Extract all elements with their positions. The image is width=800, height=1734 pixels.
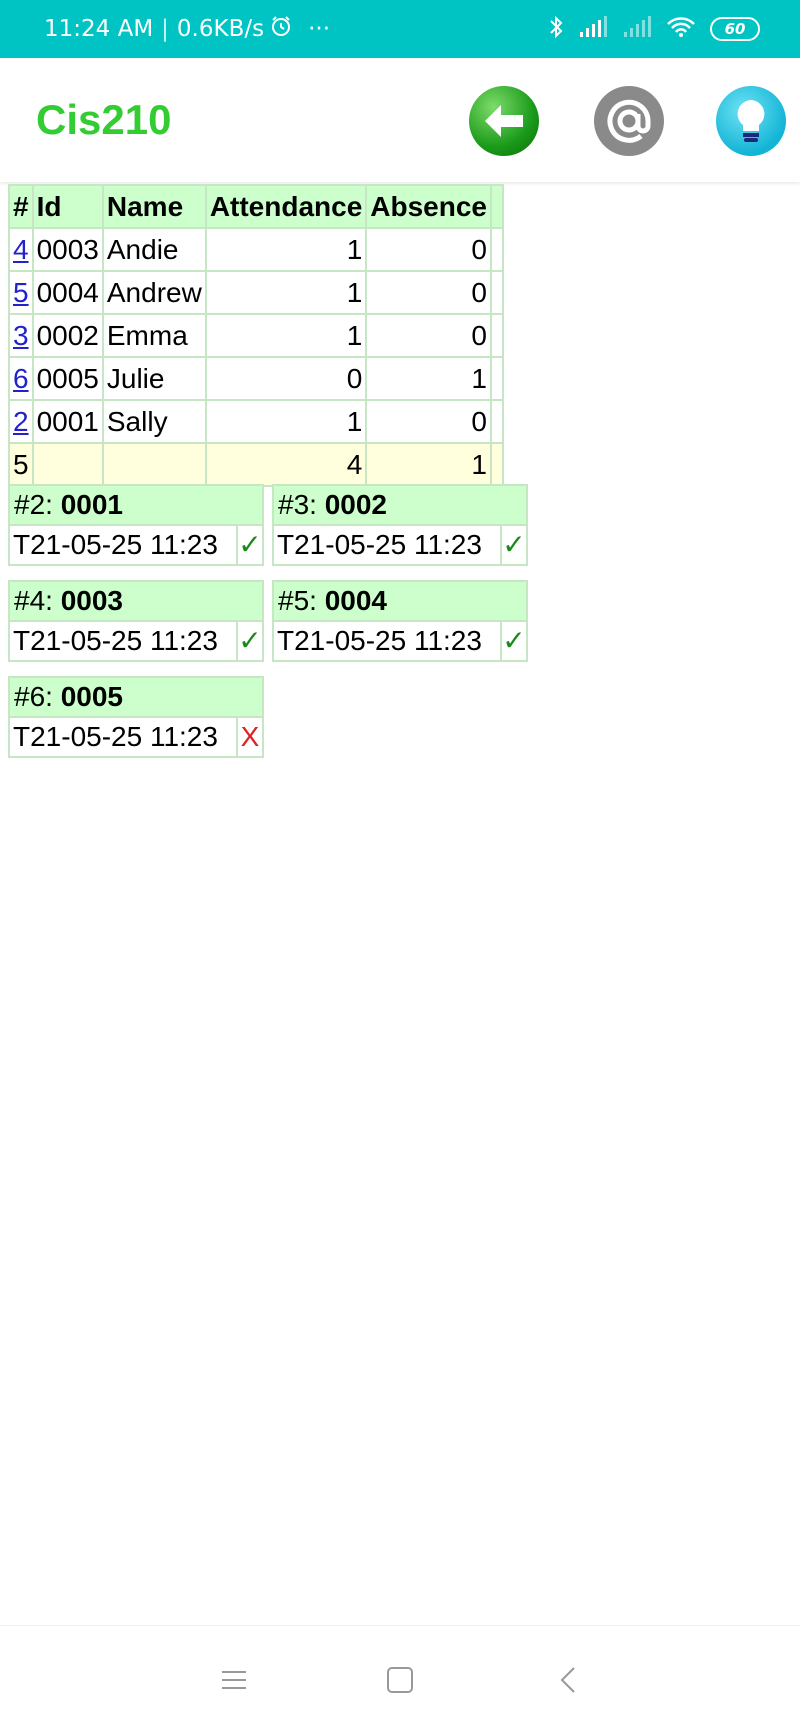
cross-icon: X (236, 718, 262, 756)
table-row: 4 0003 Andie 1 0 (8, 227, 504, 272)
app-bar: Cis210 (0, 58, 800, 182)
record-id: 0003 (60, 585, 123, 616)
cell-id: 0001 (31, 399, 104, 444)
wifi-icon (666, 16, 696, 42)
menu-icon (222, 1671, 246, 1689)
cell-absence: 1 (365, 356, 492, 401)
status-time: 11:24 AM (44, 16, 154, 42)
record-id: 0004 (324, 585, 387, 616)
lightbulb-icon (737, 100, 765, 142)
alarm-icon (270, 15, 292, 43)
record-card: #6: 0005 T21-05-25 11:23 X (8, 676, 264, 758)
col-header-attendance: Attendance (204, 184, 368, 229)
network-speed: 0.6KB/s (176, 16, 265, 42)
record-card: #4: 0003 T21-05-25 11:23 ✓ (8, 580, 264, 662)
cell-id: 0004 (31, 270, 104, 315)
check-icon: ✓ (236, 526, 262, 564)
record-number: #4: (14, 585, 61, 616)
record-time: T21-05-25 11:23 (13, 529, 218, 560)
row-link[interactable]: 2 (13, 406, 29, 437)
record-time: T21-05-25 11:23 (13, 721, 218, 752)
record-id: 0001 (60, 489, 123, 520)
more-notifications-icon: ··· (308, 16, 331, 42)
attendance-table: # Id Name Attendance Absence 4 0003 Andi… (8, 184, 504, 487)
cell-name: Emma (101, 313, 207, 358)
back-arrow-icon (485, 105, 523, 137)
home-button[interactable] (384, 1664, 416, 1696)
menu-button[interactable] (218, 1664, 250, 1696)
row-link[interactable]: 3 (13, 320, 29, 351)
record-number: #2: (14, 489, 61, 520)
table-total-row: 5 4 1 (8, 442, 504, 487)
chevron-left-icon (560, 1667, 575, 1693)
cell-attendance: 0 (204, 356, 368, 401)
status-bar: 11:24 AM | 0.6KB/s ··· 60 (0, 0, 800, 58)
cell-name: Andie (101, 227, 207, 272)
signal-icon (578, 16, 608, 42)
idea-button[interactable] (716, 86, 786, 156)
record-number: #3: (278, 489, 325, 520)
cell-absence: 0 (365, 399, 492, 444)
cell-absence: 0 (365, 270, 492, 315)
record-time: T21-05-25 11:23 (13, 625, 218, 656)
total-attendance: 4 (204, 442, 368, 487)
row-link[interactable]: 5 (13, 277, 29, 308)
table-row: 2 0001 Sally 1 0 (8, 399, 504, 444)
cell-attendance: 1 (204, 227, 368, 272)
col-header-name: Name (101, 184, 207, 229)
cell-id: 0003 (31, 227, 104, 272)
nav-back-button[interactable] (552, 1664, 584, 1696)
row-link[interactable]: 4 (13, 234, 29, 265)
table-row: 3 0002 Emma 1 0 (8, 313, 504, 358)
cell-name: Julie (101, 356, 207, 401)
main-content: # Id Name Attendance Absence 4 0003 Andi… (8, 184, 528, 758)
table-row: 6 0005 Julie 0 1 (8, 356, 504, 401)
record-time: T21-05-25 11:23 (277, 529, 482, 560)
record-number: #6: (14, 681, 61, 712)
battery-icon: 60 (710, 17, 760, 41)
cell-attendance: 1 (204, 270, 368, 315)
signal-2-icon (622, 16, 652, 42)
cell-id: 0005 (31, 356, 104, 401)
system-nav-bar (0, 1625, 800, 1734)
table-row: 5 0004 Andrew 1 0 (8, 270, 504, 315)
check-icon: ✓ (500, 526, 526, 564)
record-card: #2: 0001 T21-05-25 11:23 ✓ (8, 484, 264, 566)
row-link[interactable]: 6 (13, 363, 29, 394)
total-absence: 1 (365, 442, 492, 487)
cell-absence: 0 (365, 227, 492, 272)
record-number: #5: (278, 585, 325, 616)
cell-name: Andrew (101, 270, 207, 315)
at-button[interactable] (594, 86, 664, 156)
cell-name: Sally (101, 399, 207, 444)
cell-absence: 0 (365, 313, 492, 358)
record-time: T21-05-25 11:23 (277, 625, 482, 656)
record-card: #5: 0004 T21-05-25 11:23 ✓ (272, 580, 528, 662)
col-header-absence: Absence (365, 184, 492, 229)
total-count: 5 (8, 442, 34, 487)
bluetooth-icon (548, 14, 564, 44)
record-id: 0002 (324, 489, 387, 520)
record-card: #3: 0002 T21-05-25 11:23 ✓ (272, 484, 528, 566)
table-header-row: # Id Name Attendance Absence (8, 184, 504, 229)
record-id: 0005 (60, 681, 123, 712)
home-square-icon (387, 1667, 413, 1693)
check-icon: ✓ (236, 622, 262, 660)
app-title: Cis210 (36, 96, 172, 143)
back-button[interactable] (469, 86, 539, 156)
check-icon: ✓ (500, 622, 526, 660)
battery-level: 60 (724, 19, 746, 38)
at-sign-icon (607, 99, 651, 143)
cell-attendance: 1 (204, 313, 368, 358)
cell-attendance: 1 (204, 399, 368, 444)
col-header-no: # (8, 184, 34, 229)
cell-id: 0002 (31, 313, 104, 358)
col-header-id: Id (31, 184, 104, 229)
